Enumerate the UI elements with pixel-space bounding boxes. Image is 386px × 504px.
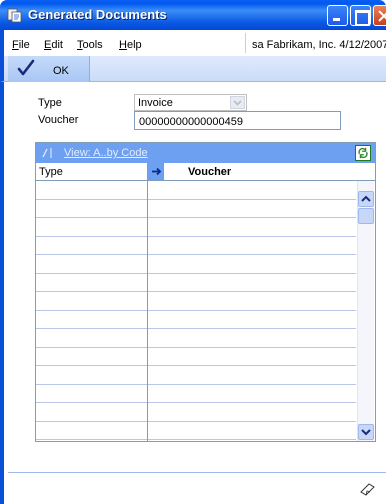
documents-scrolling-window: View: A..by Code Type Voucher [35,142,376,442]
window-title: Generated Documents [28,7,167,22]
table-row[interactable] [36,292,356,311]
sort-order-icon[interactable] [42,147,54,159]
minimize-button[interactable] [327,5,348,26]
table-row[interactable] [36,310,356,329]
table-row[interactable] [36,199,356,218]
refresh-icon[interactable] [355,145,371,161]
chevron-down-icon[interactable] [230,96,245,109]
chevron-down-icon [361,429,371,436]
table-row[interactable] [36,366,356,385]
menu-tools[interactable]: Tools [77,39,103,51]
table-row[interactable] [36,273,356,292]
menu-file[interactable]: File [12,39,30,51]
type-label: Type [38,97,62,109]
maximize-button[interactable] [350,5,371,26]
close-button[interactable] [373,5,386,26]
grid-view-label[interactable]: View: A..by Code [64,147,148,159]
chevron-up-icon [361,195,371,202]
ok-label: OK [53,65,69,77]
title-bar[interactable]: Generated Documents [0,0,386,30]
menu-help[interactable]: Help [119,39,142,51]
grid-rows [36,181,356,441]
grid-title-bar: View: A..by Code [36,143,375,163]
scroll-down-button[interactable] [358,424,374,440]
table-row[interactable] [36,255,356,274]
type-dropdown[interactable]: Invoice [134,94,247,111]
note-icon[interactable] [359,479,377,497]
voucher-input[interactable] [134,111,341,130]
grid-header: Type Voucher [36,163,375,181]
column-header-type[interactable]: Type [39,166,63,178]
scroll-up-button[interactable] [358,191,374,207]
vertical-scrollbar[interactable] [357,181,374,441]
app-document-icon [7,8,22,23]
table-row[interactable] [36,236,356,255]
menu-edit[interactable]: Edit [44,39,63,51]
scroll-thumb[interactable] [358,208,374,224]
window-body: Type Invoice Voucher View: A..by Code [0,82,386,504]
check-icon [17,59,35,76]
status-text: sa Fabrikam, Inc. 4/12/2007 [252,39,386,51]
table-row[interactable] [36,347,356,366]
table-row[interactable] [36,218,356,237]
table-row[interactable] [36,329,356,348]
table-row[interactable] [36,403,356,422]
ok-button[interactable]: OK [8,56,90,82]
type-dropdown-value: Invoice [138,97,173,109]
table-row[interactable] [36,181,356,200]
menu-bar: File Edit Tools Help sa Fabrikam, Inc. 4… [0,30,386,56]
column-divider [147,181,148,441]
voucher-label: Voucher [38,114,79,126]
table-row[interactable] [36,384,356,403]
right-arrow-icon [152,167,162,176]
column-header-voucher[interactable]: Voucher [188,166,231,178]
user-company-date-status: sa Fabrikam, Inc. 4/12/2007 [245,33,386,53]
expand-arrow-button[interactable] [147,163,164,180]
toolbar: OK [0,56,386,82]
bottom-divider [8,472,386,473]
table-row[interactable] [36,421,356,440]
